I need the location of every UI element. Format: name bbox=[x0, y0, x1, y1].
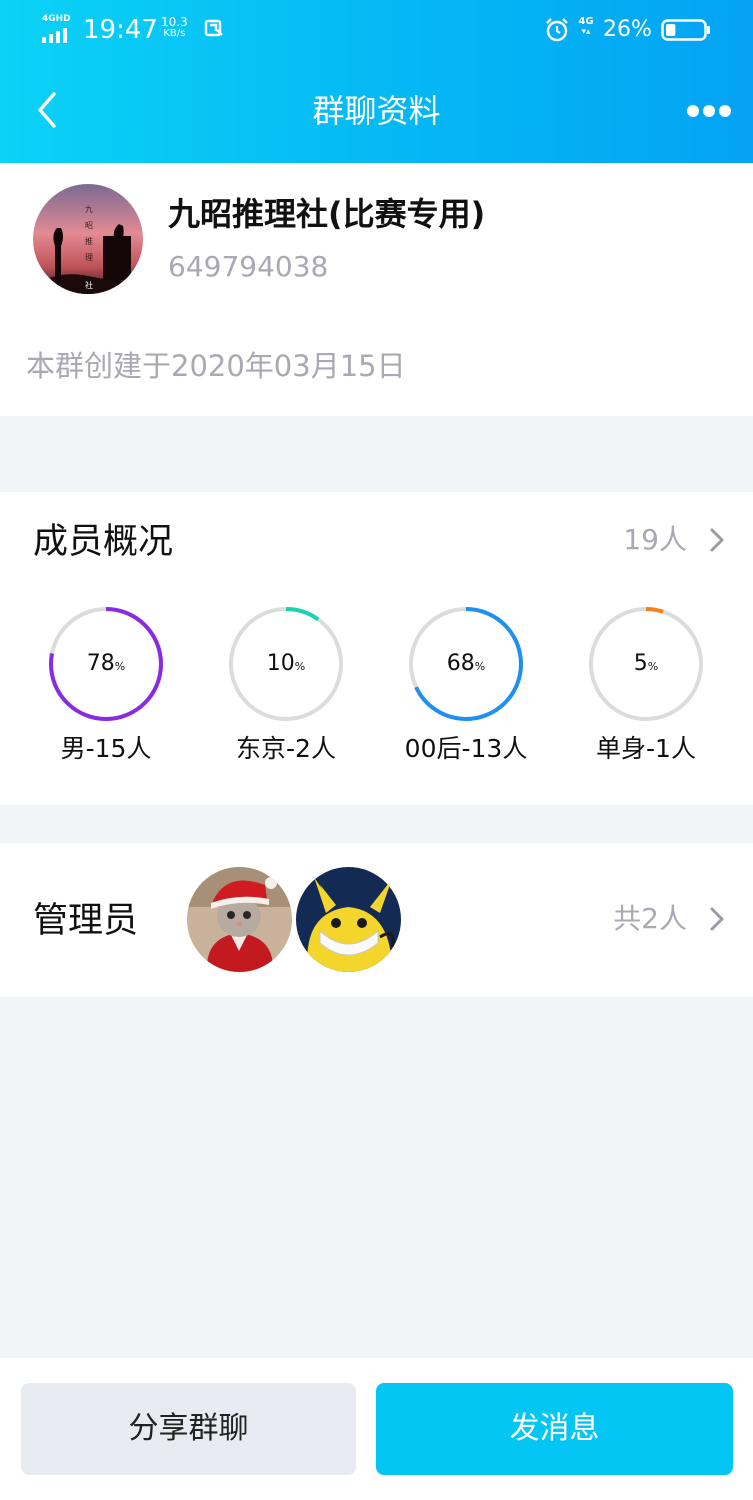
member-stat-item: 68% 00后-13人 bbox=[376, 604, 556, 774]
stat-percent-value: 68 bbox=[446, 651, 475, 676]
stat-percent: 10% bbox=[226, 649, 346, 682]
header: 4GHD 19:47 10.3 KB/s 4G ▾▴ 26% 群聊资料 bbox=[0, 0, 753, 163]
chevron-right-icon[interactable] bbox=[709, 526, 725, 554]
speed-value: 10.3 bbox=[161, 15, 188, 29]
stat-percent-value: 10 bbox=[266, 651, 295, 676]
battery-percent: 26% bbox=[603, 17, 652, 42]
page-title: 群聊资料 bbox=[312, 92, 441, 130]
member-stat-item: 10% 东京-2人 bbox=[196, 604, 376, 774]
mobile-data-icon: 4G ▾▴ bbox=[576, 17, 596, 41]
stat-label: 东京-2人 bbox=[236, 734, 336, 763]
svg-text:推: 推 bbox=[85, 236, 93, 246]
admins-section[interactable]: 管理员 共2人 bbox=[0, 843, 753, 997]
stat-percent-unit: % bbox=[114, 660, 126, 673]
clock: 19:47 bbox=[83, 15, 158, 45]
admin-avatar-cat[interactable] bbox=[187, 867, 292, 972]
stat-percent-unit: % bbox=[474, 660, 486, 673]
speed-unit: KB/s bbox=[163, 28, 186, 39]
members-title: 成员概况 bbox=[33, 522, 174, 562]
member-stat-item: 78% 男-15人 bbox=[16, 604, 196, 774]
stat-percent-value: 78 bbox=[86, 651, 115, 676]
svg-text:社: 社 bbox=[85, 280, 93, 290]
bottom-action-bar: 分享群聊 发消息 bbox=[0, 1358, 753, 1500]
stat-percent: 68% bbox=[406, 649, 526, 682]
group-id: 649794038 bbox=[168, 250, 329, 283]
status-bar: 4GHD 19:47 10.3 KB/s 4G ▾▴ 26% bbox=[0, 0, 753, 62]
group-created-date: 本群创建于2020年03月15日 bbox=[26, 349, 406, 383]
stat-percent: 78% bbox=[46, 649, 166, 682]
stat-percent-unit: % bbox=[294, 660, 306, 673]
svg-text:理: 理 bbox=[85, 253, 93, 262]
mobile-data-label: 4G bbox=[578, 16, 594, 27]
stat-label: 单身-1人 bbox=[596, 734, 696, 763]
svg-text:九: 九 bbox=[85, 205, 93, 214]
network-type: 4GHD bbox=[42, 14, 71, 24]
chevron-right-icon[interactable] bbox=[709, 905, 725, 933]
stat-percent-value: 5 bbox=[633, 651, 648, 676]
admins-count[interactable]: 共2人 bbox=[613, 901, 687, 937]
signal-indicator: 4GHD bbox=[42, 14, 74, 44]
battery-icon bbox=[661, 19, 710, 41]
svg-text:昭: 昭 bbox=[85, 221, 93, 230]
admins-title: 管理员 bbox=[33, 901, 139, 941]
stat-label: 00后-13人 bbox=[404, 734, 528, 763]
network-speed: 10.3 KB/s bbox=[161, 16, 188, 40]
member-stat-item: 5% 单身-1人 bbox=[556, 604, 736, 774]
stat-percent: 5% bbox=[586, 649, 706, 682]
signal-icon bbox=[42, 28, 67, 43]
screenshot-icon bbox=[204, 19, 223, 37]
navigation-bar: 群聊资料 bbox=[0, 62, 753, 163]
send-message-button[interactable]: 发消息 bbox=[376, 1383, 733, 1475]
admin-avatar-pikachu[interactable] bbox=[296, 867, 401, 972]
share-group-button[interactable]: 分享群聊 bbox=[21, 1383, 356, 1475]
alarm-icon bbox=[546, 18, 568, 42]
stat-label: 男-15人 bbox=[60, 734, 152, 763]
members-count[interactable]: 19人 bbox=[623, 522, 687, 558]
group-name: 九昭推理社(比赛专用) bbox=[168, 195, 486, 233]
more-icon[interactable] bbox=[686, 104, 732, 118]
group-avatar[interactable]: 九 昭 推 理 社 bbox=[33, 184, 143, 294]
members-overview[interactable]: 成员概况 19人 78% 男-15人 10% 东京-2人 68% 00后-13人 5% 单身-… bbox=[0, 492, 753, 805]
stat-percent-unit: % bbox=[647, 660, 659, 673]
group-info-card: 九 昭 推 理 社 九昭推理社(比赛专用) 649794038 本群创建于202… bbox=[0, 163, 753, 416]
